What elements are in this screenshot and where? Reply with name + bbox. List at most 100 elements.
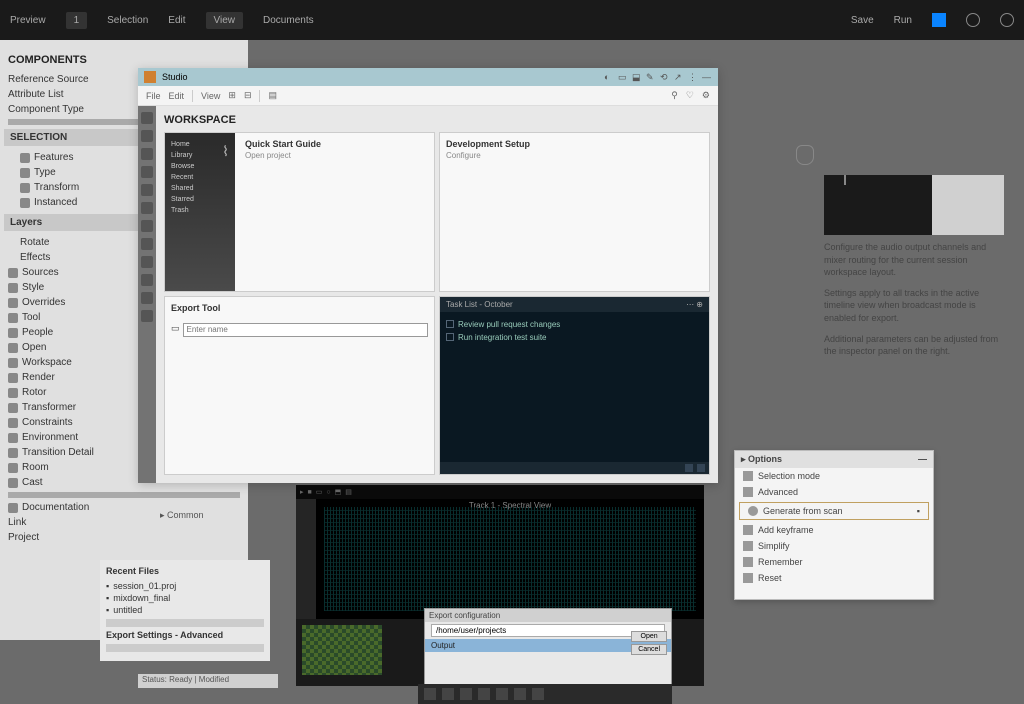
status-strip: Status: Ready | Modified (138, 674, 278, 688)
rail-icon-9[interactable] (141, 256, 153, 268)
view-button[interactable]: View (206, 12, 244, 29)
task-line-2[interactable]: Run integration test suite (446, 331, 703, 344)
refresh-icon[interactable] (966, 13, 980, 27)
tool-file[interactable]: File (146, 91, 161, 101)
window-toolbar: File Edit View ⊞ ⊟ ▤ ⚲ ♡ ⚙ (138, 86, 718, 106)
card-export[interactable]: Export Tool ▭ (164, 296, 435, 476)
window-title: Studio (162, 72, 188, 82)
menu-selection[interactable]: Selection (107, 15, 148, 26)
opt-selection: Selection mode (735, 468, 933, 484)
row-link: Link (8, 515, 240, 530)
opt-advanced: Advanced (735, 484, 933, 500)
wave-tb-6[interactable]: ▤ (345, 488, 352, 496)
bird-icon: ⌇ (222, 143, 229, 160)
term-action-2[interactable] (697, 464, 705, 472)
rail-icon-11[interactable] (141, 292, 153, 304)
menu-documents[interactable]: Documents (263, 15, 314, 26)
wave-tb-2[interactable]: ■ (308, 489, 312, 496)
options-header[interactable]: ▸ Options — (735, 451, 933, 468)
term-action-1[interactable] (685, 464, 693, 472)
rail-icon-4[interactable] (141, 166, 153, 178)
window-titlebar[interactable]: Studio ◐ ▭ ⬓ ✎ ⟲ ↗ ⋮ — (138, 68, 718, 86)
recent-header: Recent Files (106, 566, 264, 576)
square-icon (743, 471, 753, 481)
wave-left-rail (296, 499, 316, 619)
rail-icon-12[interactable] (141, 310, 153, 322)
file-dialog: Export configuration /home/user/projects… (424, 608, 672, 688)
settings-icon[interactable]: ⚙ (702, 90, 710, 101)
rail-icon-6[interactable] (141, 202, 153, 214)
card-dark-sidebar: ⌇ Home Library Browse Recent Shared Star… (165, 133, 235, 291)
export-name-input[interactable] (183, 323, 428, 337)
rail-icon-10[interactable] (141, 274, 153, 286)
right-info-block: Configure the audio output channels and … (824, 175, 1004, 366)
tb-icon-4[interactable]: ✎ (646, 72, 656, 82)
tb-icon-3[interactable]: ⬓ (632, 72, 642, 82)
term-title: Task List - October (446, 300, 513, 309)
tb-icon-6[interactable]: ↗ (674, 72, 684, 82)
recent-item-2: ▪mixdown_final (106, 592, 264, 604)
rail-icon-3[interactable] (141, 148, 153, 160)
search-icon[interactable]: ⚲ (671, 90, 678, 101)
bb-icon-7[interactable] (532, 688, 544, 700)
tool-view[interactable]: View (201, 91, 220, 101)
opt-remember: Remember (735, 554, 933, 570)
spectrogram-display[interactable]: Track 1 - Spectral View (316, 499, 704, 619)
opt-simplify: Simplify (735, 538, 933, 554)
checkbox-icon[interactable] (446, 320, 454, 328)
doc-icon (743, 573, 753, 583)
opt-keyframe: Add keyframe (735, 522, 933, 538)
rail-icon-2[interactable] (141, 130, 153, 142)
tool-edit[interactable]: Edit (169, 91, 185, 101)
rail-icon-5[interactable] (141, 184, 153, 196)
bb-icon-4[interactable] (478, 688, 490, 700)
tb-icon-5[interactable]: ⟲ (660, 72, 670, 82)
options-panel: ▸ Options — Selection mode Advanced Gene… (734, 450, 934, 600)
rail-icon-7[interactable] (141, 220, 153, 232)
bottom-toolbar (418, 684, 672, 704)
bb-icon-2[interactable] (442, 688, 454, 700)
fd-header: Export configuration (425, 609, 671, 622)
card-tasklist[interactable]: Task List - October ⋯ ⊕ Review pull requ… (439, 296, 710, 476)
bb-icon-3[interactable] (460, 688, 472, 700)
fd-open-button[interactable]: Open (631, 631, 667, 642)
card-devsetup[interactable]: Development Setup Configure (439, 132, 710, 292)
tb-icon-1[interactable]: ◐ (604, 72, 614, 82)
menu-edit[interactable]: Edit (168, 15, 185, 26)
fav-icon[interactable]: ♡ (686, 90, 694, 101)
wave-tb-5[interactable]: ⬒ (335, 488, 342, 496)
tb-icon-2[interactable]: ▭ (618, 72, 628, 82)
tab-indicator[interactable]: 1 (66, 12, 88, 29)
wave-titlebar[interactable]: ▸ ■ ▭ ○ ⬒ ▤ (296, 485, 704, 499)
fd-cancel-button[interactable]: Cancel (631, 644, 667, 655)
bb-icon-5[interactable] (496, 688, 508, 700)
rail-icon-1[interactable] (141, 112, 153, 124)
tool-icon-3[interactable]: ▤ (268, 90, 277, 101)
term-menu-icon[interactable]: ⋯ ⊕ (686, 300, 703, 309)
card-quickstart[interactable]: ⌇ Home Library Browse Recent Shared Star… (164, 132, 435, 292)
help-icon[interactable] (1000, 13, 1014, 27)
save-label[interactable]: Save (851, 15, 874, 26)
bb-icon-6[interactable] (514, 688, 526, 700)
tb-icon-8[interactable]: — (702, 72, 712, 82)
checkbox-icon[interactable] (446, 333, 454, 341)
row-doc: Documentation (8, 500, 240, 515)
tb-icon-7[interactable]: ⋮ (688, 72, 698, 82)
run-label[interactable]: Run (894, 15, 912, 26)
bb-icon-1[interactable] (424, 688, 436, 700)
wave-tb-3[interactable]: ▭ (316, 488, 323, 496)
tool-icon-1[interactable]: ⊞ (228, 90, 236, 101)
field-icon: ▭ (171, 323, 180, 337)
shield-icon (796, 145, 814, 165)
wave-tb-4[interactable]: ○ (326, 489, 330, 496)
wave-tb-1[interactable]: ▸ (300, 488, 304, 496)
wave-thumbnail[interactable] (302, 625, 382, 675)
common-toggle[interactable]: Common (160, 510, 204, 521)
workspace-heading: WORKSPACE (164, 114, 710, 126)
app-icon[interactable] (932, 13, 946, 27)
close-icon[interactable]: — (918, 454, 927, 465)
fd-path[interactable]: /home/user/projects (431, 624, 665, 637)
task-line-1[interactable]: Review pull request changes (446, 318, 703, 331)
rail-icon-8[interactable] (141, 238, 153, 250)
tool-icon-2[interactable]: ⊟ (244, 90, 252, 101)
